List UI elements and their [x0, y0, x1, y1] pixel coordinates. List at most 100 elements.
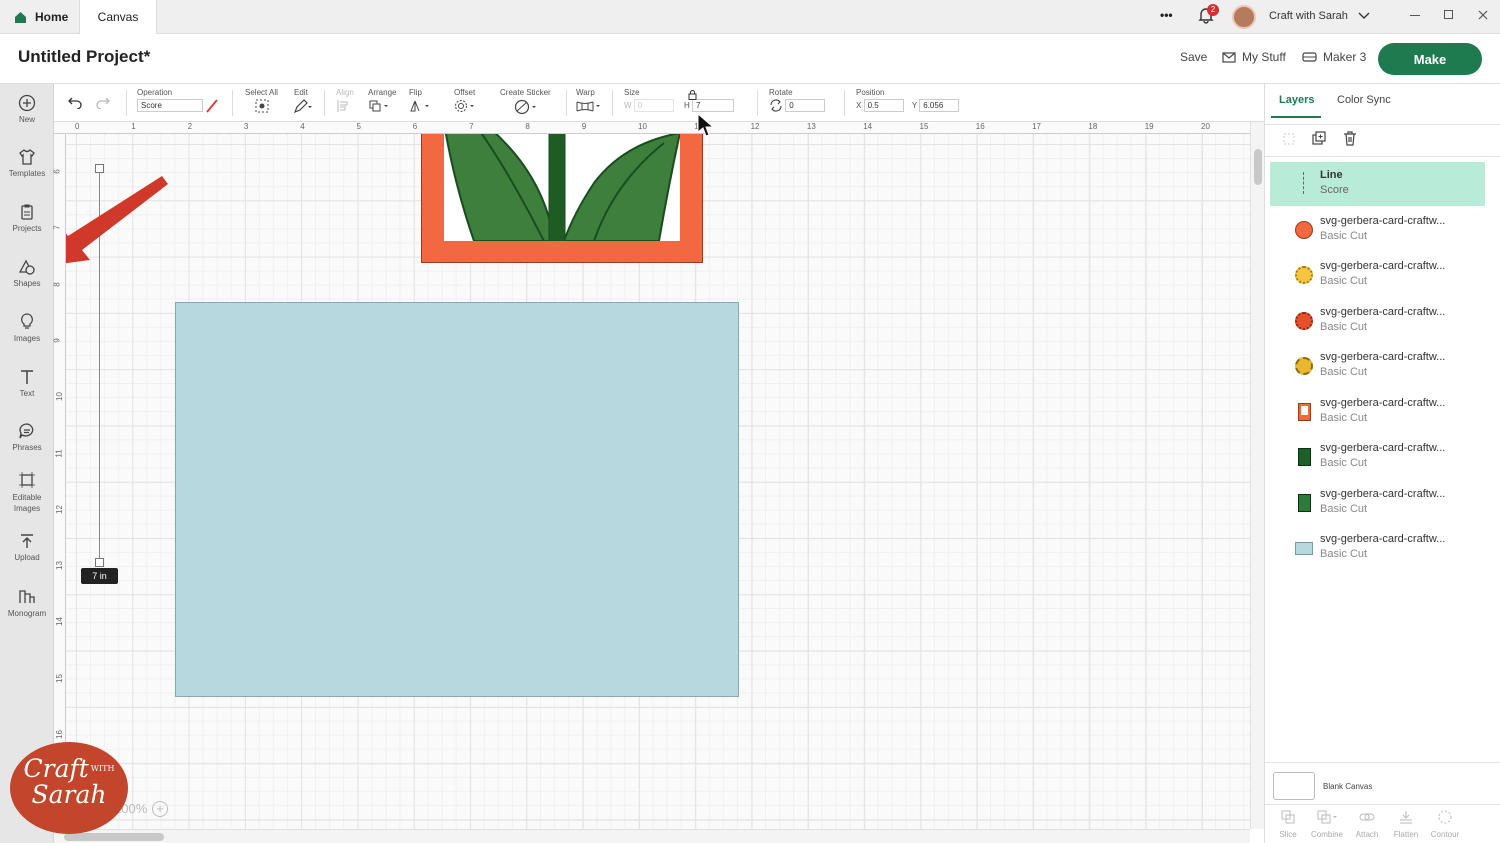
sidebar-item-phrases[interactable]: Phrases [0, 422, 54, 452]
sidebar-item-new[interactable]: New [0, 94, 54, 124]
lightbulb-icon [21, 313, 33, 329]
machine-button[interactable]: Maker 3 [1302, 50, 1366, 64]
ruler-tick-label: 13 [806, 122, 816, 131]
flip-label: Flip [409, 88, 422, 97]
speech-bubble-icon [19, 423, 34, 439]
ruler-tick-label: 12 [750, 122, 760, 131]
tab-canvas[interactable]: Canvas [79, 0, 157, 34]
sidebar-item-label: Projects [12, 224, 42, 233]
position-control: Position X 0.5 Y 6.056 [856, 88, 960, 112]
operation-select[interactable]: Score [137, 99, 203, 113]
more-options-icon[interactable]: ••• [1160, 8, 1173, 22]
sidebar-item-monogram[interactable]: Monogram [0, 588, 54, 618]
sidebar-item-upload[interactable]: Upload [0, 532, 54, 562]
layer-thumbnail [1295, 542, 1313, 555]
layer-item[interactable]: Line Score [1270, 162, 1485, 206]
horizontal-scroll-thumb[interactable] [64, 833, 164, 841]
clipboard-icon [21, 204, 33, 220]
close-icon[interactable] [1478, 10, 1488, 20]
tab-home-label: Home [35, 10, 69, 24]
layer-item[interactable]: svg-gerbera-card-craftw... Basic Cut [1270, 299, 1485, 343]
layer-item[interactable]: svg-gerbera-card-craftw... Basic Cut [1270, 526, 1485, 570]
avatar[interactable] [1232, 5, 1256, 29]
flip-icon [410, 100, 429, 112]
vertical-scroll-thumb[interactable] [1254, 149, 1262, 185]
create-sticker-button[interactable]: Create Sticker [500, 88, 551, 117]
sidebar-item-editable-images[interactable]: Editable Images [0, 471, 54, 514]
divider [324, 90, 325, 116]
offset-button[interactable]: Offset [454, 88, 476, 115]
minimize-button[interactable] [1410, 15, 1420, 16]
trash-icon[interactable] [1343, 131, 1357, 146]
flower-card-frame[interactable] [421, 122, 703, 263]
save-button[interactable]: Save [1180, 50, 1207, 64]
sidebar-item-text[interactable]: Text [0, 368, 54, 398]
resize-handle-bottom[interactable] [95, 558, 104, 567]
layer-thumbnail [1295, 221, 1313, 239]
width-input: 0 [633, 99, 674, 112]
layer-item[interactable]: svg-gerbera-card-craftw... Basic Cut [1270, 208, 1485, 252]
layer-item[interactable]: svg-gerbera-card-craftw... Basic Cut [1270, 390, 1485, 434]
layer-item[interactable]: svg-gerbera-card-craftw... Basic Cut [1270, 481, 1485, 525]
sidebar-item-projects[interactable]: Projects [0, 203, 54, 233]
slash-color-icon[interactable] [205, 99, 219, 113]
layer-name: svg-gerbera-card-craftw... [1320, 260, 1446, 272]
notifications-button[interactable]: 2 [1198, 4, 1219, 29]
edit-toolbar: Operation Score Select All Edit Align Ar… [54, 84, 1264, 122]
y-input[interactable]: 6.056 [919, 99, 960, 112]
layer-item[interactable]: svg-gerbera-card-craftw... Basic Cut [1270, 435, 1485, 479]
x-label: X [856, 101, 862, 110]
flip-button[interactable]: Flip [409, 88, 431, 115]
tab-layers[interactable]: Layers [1279, 94, 1314, 106]
lock-icon[interactable] [688, 90, 697, 100]
tab-color-sync[interactable]: Color Sync [1337, 94, 1391, 106]
sidebar-item-shapes[interactable]: Shapes [0, 258, 54, 288]
vertical-scrollbar[interactable] [1250, 122, 1264, 829]
edit-label: Edit [294, 88, 308, 97]
my-stuff-button[interactable]: My Stuff [1222, 50, 1286, 64]
account-name[interactable]: Craft with Sarah [1269, 10, 1348, 22]
sidebar-item-templates[interactable]: Templates [0, 148, 54, 178]
duplicate-icon[interactable] [1312, 131, 1327, 146]
rotate-control: Rotate 0 [769, 88, 826, 112]
x-input[interactable]: 0.5 [863, 99, 904, 112]
group-icon [1283, 133, 1295, 145]
project-title[interactable]: Untitled Project* [18, 47, 150, 67]
undo-icon[interactable] [68, 97, 82, 109]
select-all-button[interactable]: Select All [245, 88, 278, 115]
height-input[interactable]: 7 [692, 99, 735, 112]
zoom-in-icon[interactable]: + [152, 801, 168, 817]
blank-canvas-swatch[interactable] [1273, 772, 1315, 800]
panel-scrollbar[interactable] [1495, 166, 1500, 766]
arrange-button[interactable]: Arrange [368, 88, 396, 115]
blue-card-base[interactable] [175, 302, 739, 697]
layer-item[interactable]: svg-gerbera-card-craftw... Basic Cut [1270, 253, 1485, 297]
tab-home[interactable]: Home [14, 0, 68, 34]
make-button[interactable]: Make [1378, 43, 1482, 75]
layer-item[interactable]: svg-gerbera-card-craftw... Basic Cut [1270, 344, 1485, 388]
ruler-tick-label: 17 [1032, 122, 1041, 131]
layer-thumbnail [1298, 448, 1311, 466]
ruler-tick-label: 15 [54, 673, 64, 683]
rotate-input[interactable]: 0 [785, 99, 826, 112]
sidebar-item-images[interactable]: Images [0, 313, 54, 343]
layer-operation: Basic Cut [1320, 548, 1368, 560]
warp-button[interactable]: Warp [576, 88, 602, 115]
maximize-button[interactable] [1444, 10, 1453, 19]
ruler-tick-label: 3 [243, 122, 249, 131]
shapes-icon [18, 259, 35, 275]
divider [1265, 804, 1500, 805]
slice-button: Slice [1279, 830, 1297, 839]
horizontal-scrollbar[interactable] [54, 829, 1250, 843]
design-canvas[interactable]: 7 in 100% + [54, 122, 1250, 829]
create-sticker-label: Create Sticker [500, 88, 551, 97]
ruler-tick-label: 16 [975, 122, 985, 131]
pencil-icon [293, 99, 312, 114]
edit-button[interactable]: Edit [293, 88, 312, 115]
notification-badge: 2 [1207, 4, 1219, 16]
layer-name: svg-gerbera-card-craftw... [1320, 533, 1446, 545]
chevron-down-icon[interactable] [1358, 12, 1370, 20]
layer-name: svg-gerbera-card-craftw... [1320, 351, 1446, 363]
combine-icon [1317, 810, 1337, 824]
tab-layers-label: Layers [1279, 94, 1315, 106]
